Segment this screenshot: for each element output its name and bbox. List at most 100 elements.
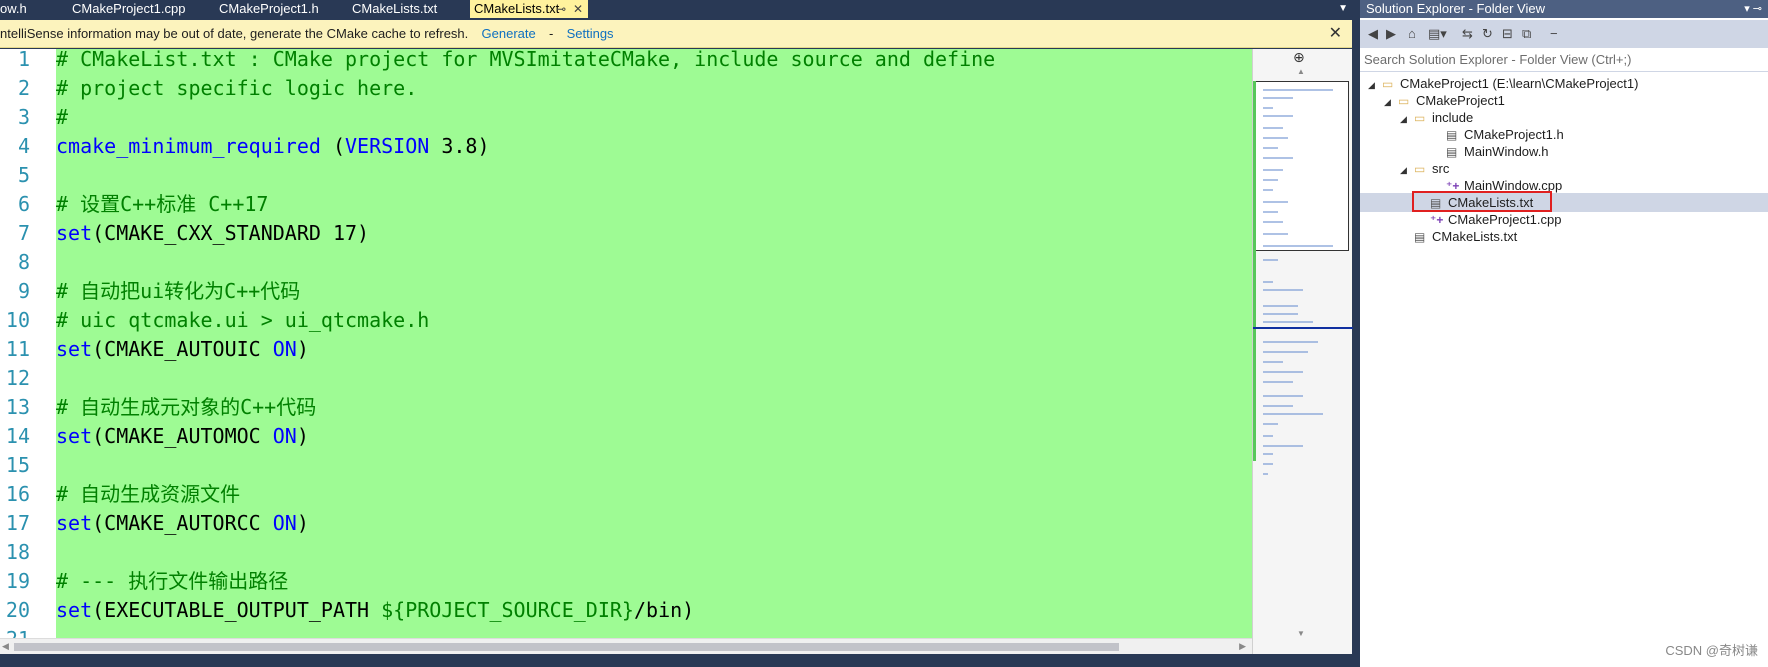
line-number: 21 (0, 625, 30, 638)
horizontal-scrollbar[interactable]: ◀ ▶ (0, 638, 1252, 654)
minimap-line (1263, 245, 1333, 247)
intellisense-info-bar: ntelliSense information may be out of da… (0, 20, 1352, 48)
minimap-line (1263, 137, 1288, 139)
scroll-left-icon[interactable]: ◀ (2, 641, 9, 652)
code-line[interactable]: set(CMAKE_CXX_STANDARD 17) (56, 219, 369, 248)
code-token-plain: /bin) (633, 598, 695, 622)
solution-explorer: Solution Explorer - Folder View ▾ ⊸ ◀ ▶ ⌂ ▤… (1356, 0, 1768, 667)
code-line[interactable]: set(CMAKE_AUTOUIC ON) (56, 335, 309, 364)
minimap-line (1263, 97, 1293, 99)
code-line[interactable]: # 设置C++标准 C++17 (56, 190, 268, 219)
minimap-line (1263, 179, 1278, 181)
code-line[interactable]: # project specific logic here. (56, 74, 417, 103)
line-number: 11 (5, 337, 30, 361)
minimap-line (1263, 233, 1288, 235)
minimap-line (1263, 107, 1273, 109)
info-message: ntelliSense information may be out of da… (0, 26, 469, 41)
code-token-kw: set (56, 598, 93, 622)
code-line[interactable]: set(CMAKE_AUTORCC ON) (56, 509, 309, 538)
minimap-line (1263, 189, 1273, 191)
document-tab[interactable]: CMakeProject1.cpp (72, 0, 212, 18)
code-token-plain: (EXECUTABLE_OUTPUT_PATH (92, 598, 382, 622)
pin-icon[interactable]: ⊸ (556, 0, 566, 18)
document-tab[interactable]: ow.h (0, 0, 60, 18)
minimap-line (1263, 321, 1313, 323)
line-number: 13 (5, 395, 30, 419)
editor-bottom-strip (0, 654, 1352, 667)
scroll-up-icon[interactable]: ▲ (1297, 67, 1305, 76)
sync-icon[interactable]: ⇆ (1462, 26, 1473, 42)
code-line[interactable]: # 自动把ui转化为C++代码 (56, 277, 300, 306)
minimap-line (1263, 259, 1278, 261)
scroll-down-icon[interactable]: ▼ (1297, 629, 1305, 638)
generate-link[interactable]: Generate (482, 26, 536, 41)
collapse-all-icon[interactable]: ⊟ (1502, 26, 1513, 42)
split-window-icon[interactable]: ⊕ (1293, 49, 1305, 66)
code-token-kw: set (56, 424, 93, 448)
code-line[interactable]: # (56, 103, 68, 132)
code-line[interactable]: # CMakeList.txt : CMake project for MVSI… (56, 49, 995, 74)
code-token-kw: set (56, 511, 93, 535)
tree-item-label: CMakeProject1.h (1464, 127, 1564, 142)
home-icon[interactable]: ⌂ (1408, 26, 1416, 41)
tab-label: CMakeLists.txt (352, 1, 438, 16)
code-token-comment: # (56, 105, 69, 129)
code-line[interactable]: cmake_minimum_required (VERSION 3.8) (56, 132, 490, 161)
code-token-plain: (CMAKE_AUTORCC (92, 511, 273, 535)
code-line[interactable]: # --- 执行文件输出路径 (56, 567, 288, 596)
tree-item-label: CMakeProject1.cpp (1448, 212, 1562, 227)
minimap-line (1263, 313, 1298, 315)
show-all-files-icon[interactable]: ⧉ (1522, 26, 1531, 42)
close-tab-icon[interactable]: ✕ (573, 0, 583, 18)
minimap-scrollbar[interactable]: ⊕ ▲ ▼ (1252, 49, 1353, 654)
code-token-comment: # 自动生成资源文件 (56, 482, 241, 506)
line-number: 14 (5, 424, 30, 448)
line-number: 16 (5, 482, 30, 506)
line-number: 1 (17, 49, 30, 71)
code-editor[interactable]: 123456789101112131415161718192021 # CMak… (0, 49, 1252, 638)
code-line[interactable]: # 自动生成元对象的C++代码 (56, 393, 316, 422)
close-icon[interactable]: ✕ (1329, 20, 1342, 47)
red-highlight-box (1412, 191, 1552, 212)
code-token-kw: cmake_minimum_required (56, 134, 321, 158)
minimap-line (1263, 169, 1283, 171)
code-token-plain: (CMAKE_CXX_STANDARD 17) (92, 221, 370, 245)
line-number: 17 (5, 511, 30, 535)
code-line[interactable]: set(EXECUTABLE_OUTPUT_PATH ${PROJECT_SOU… (56, 596, 694, 625)
properties-icon[interactable]: − (1550, 26, 1558, 41)
code-text-area[interactable]: # CMakeList.txt : CMake project for MVSI… (56, 49, 1252, 638)
minimap-line (1263, 351, 1308, 353)
minimap-line (1263, 289, 1303, 291)
switch-views-icon[interactable]: ▤▾ (1428, 26, 1447, 42)
line-number: 12 (5, 366, 30, 390)
horizontal-scroll-thumb[interactable] (14, 643, 1119, 651)
tab-label: CMakeLists.txt (474, 1, 560, 16)
back-icon[interactable]: ◀ (1368, 26, 1378, 42)
code-line[interactable]: # 自动生成资源文件 (56, 480, 240, 509)
code-line[interactable]: # uic qtcmake.ui > ui_qtcmake.h (56, 306, 429, 335)
document-tab[interactable]: CMakeProject1.h (219, 0, 344, 18)
line-number: 9 (17, 279, 30, 303)
minimap-line (1263, 147, 1278, 149)
settings-link[interactable]: Settings (567, 26, 614, 41)
forward-icon[interactable]: ▶ (1386, 26, 1396, 42)
minimap-line (1263, 453, 1273, 455)
solution-explorer-toolbar: ◀ ▶ ⌂ ▤▾ ⇆ ↻ ⊟ ⧉ − (1360, 20, 1768, 48)
scroll-right-icon[interactable]: ▶ (1239, 641, 1246, 652)
panel-title: Solution Explorer - Folder View (1366, 1, 1545, 16)
solution-explorer-search-input[interactable]: Search Solution Explorer - Folder View (… (1360, 48, 1768, 72)
tree-item-label: CMakeProject1 (E:\learn\CMakeProject1) (1400, 76, 1639, 91)
tab-overflow-icon[interactable]: ▼ (1338, 3, 1348, 14)
tree-item[interactable]: ▤ CMakeLists.txt (1360, 227, 1517, 246)
editor-pane: ow.h CMakeProject1.cpp CMakeProject1.h CMak… (0, 0, 1353, 667)
tab-active-cmakelists[interactable]: CMakeLists.txt ⊸ ✕ (470, 0, 588, 18)
document-tab[interactable]: CMakeLists.txt (352, 0, 462, 18)
minimap-line (1263, 221, 1283, 223)
panel-title-buttons[interactable]: ▾ ⊸ (1744, 0, 1762, 18)
line-number: 5 (17, 163, 30, 187)
code-token-comment: # 自动生成元对象的C++代码 (56, 395, 317, 419)
refresh-icon[interactable]: ↻ (1482, 26, 1493, 42)
line-number: 10 (5, 308, 30, 332)
tab-label: ow.h (0, 1, 27, 16)
code-line[interactable]: set(CMAKE_AUTOMOC ON) (56, 422, 309, 451)
